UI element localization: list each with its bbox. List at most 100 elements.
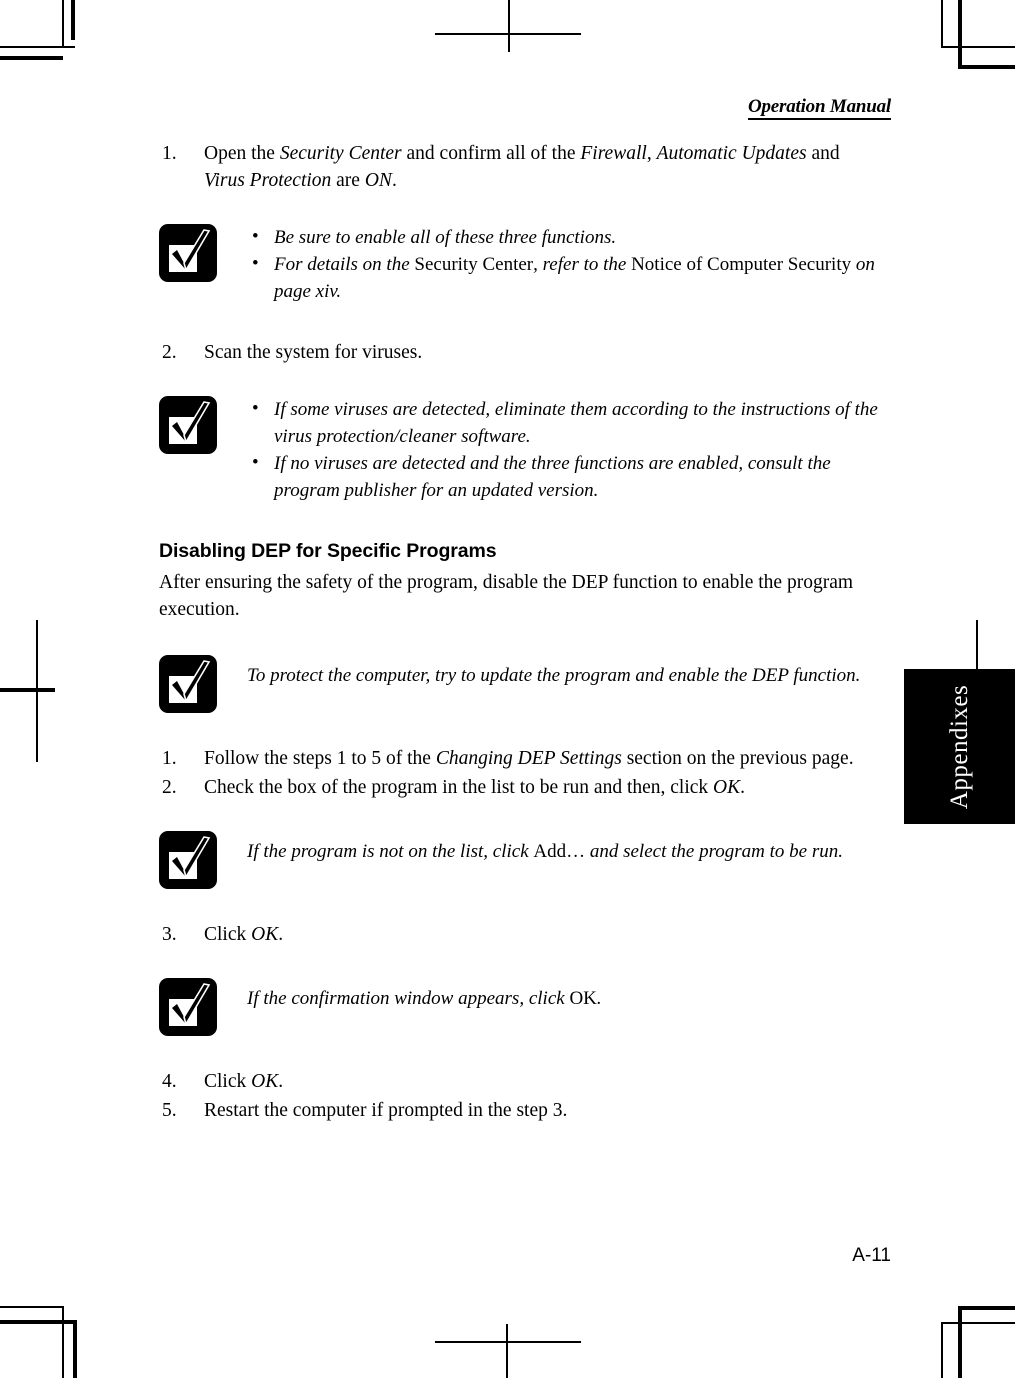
crop-mark-top-left <box>71 0 75 40</box>
text-run: . <box>596 988 602 1009</box>
numbered-step: 2. Scan the system for viruses. <box>159 339 879 366</box>
numbered-step: 1. Follow the steps 1 to 5 of the Changin… <box>159 745 879 772</box>
vertical-spacer <box>159 887 879 921</box>
text-run: ON <box>364 170 392 191</box>
crop-mark-bottom-left <box>0 1320 77 1324</box>
text-run: Security Center <box>279 143 402 164</box>
running-header-title: Operation Manual <box>747 96 891 120</box>
text-run: OK <box>713 777 741 798</box>
crop-mark-bottom-right <box>958 1308 962 1378</box>
note-bullet-item: • If no viruses are detected and the thre… <box>252 450 879 504</box>
text-run: Notice of Computer Security <box>631 254 852 275</box>
text-run: . <box>278 924 284 945</box>
text-run: Open the <box>204 143 280 164</box>
section-heading: Disabling DEP for Specific Programs <box>159 540 497 562</box>
registration-mark-top-center <box>435 33 581 35</box>
check-mark-icon <box>159 831 217 889</box>
bullet-icon: • <box>252 452 259 473</box>
text-run: , refer to the <box>533 254 632 275</box>
step-text: Open the Security Center and confirm all… <box>204 143 840 191</box>
registration-mark-left-middle <box>0 688 55 692</box>
step-text: Check the box of the program in the list… <box>204 777 745 798</box>
step-number: 3. <box>162 924 177 945</box>
text-run: Check the box of the program in the list… <box>204 777 714 798</box>
text-run: Scan the system for viruses. <box>204 342 423 363</box>
bullet-icon: • <box>252 253 259 274</box>
text-run: Automatic Updates <box>656 143 807 164</box>
note-callout: To protect the computer, try to update t… <box>159 653 879 713</box>
vertical-spacer <box>159 948 879 976</box>
registration-mark-bottom-center <box>506 1324 508 1378</box>
note-bullet-item: • If some viruses are detected, eliminate… <box>252 396 879 450</box>
note-callout: If the confirmation window appears, clic… <box>159 976 879 1036</box>
note-text: • If some viruses are detected, eliminate… <box>247 394 879 504</box>
text-run: Restart the computer if prompted in the … <box>204 1100 568 1121</box>
crop-mark-bottom-left <box>0 1306 64 1308</box>
text-run: and select the program to be run. <box>585 841 843 862</box>
check-mark-icon <box>159 655 217 713</box>
crop-mark-top-left <box>0 46 75 48</box>
step-text: Scan the system for viruses. <box>204 342 422 363</box>
registration-mark-bottom-center <box>435 1341 581 1343</box>
text-run: Click <box>204 924 252 945</box>
note-bullet-item: • Be sure to enable all of these three fu… <box>252 224 879 251</box>
crop-mark-bottom-left <box>73 1321 77 1378</box>
numbered-step: 5. Restart the computer if prompted in th… <box>159 1097 879 1124</box>
appendix-thumb-tab-label: Appendixes <box>945 684 973 809</box>
text-run: and <box>806 143 840 164</box>
registration-mark-top-center <box>508 0 510 52</box>
text-run: , <box>646 143 657 164</box>
vertical-spacer <box>159 1034 879 1068</box>
text-run: Be sure to enable all of these three fun… <box>274 227 617 248</box>
step-number: 5. <box>162 1100 177 1121</box>
text-run: and confirm all of the <box>401 143 581 164</box>
vertical-spacer <box>159 711 879 745</box>
crop-mark-top-right <box>958 65 1015 69</box>
numbered-step: 4. Click OK. <box>159 1068 879 1095</box>
numbered-step: 2. Check the box of the program in the li… <box>159 774 879 801</box>
vertical-spacer <box>159 194 879 222</box>
step-text: Click OK. <box>204 924 283 945</box>
running-header: Operation Manual <box>159 96 891 120</box>
text-run: If some viruses are detected, eliminate … <box>274 399 878 447</box>
note-text: • Be sure to enable all of these three fu… <box>247 222 879 305</box>
text-run: Security Center <box>414 254 534 275</box>
numbered-step: 1. Open the Security Center and confirm a… <box>159 140 879 194</box>
step-text: Follow the steps 1 to 5 of the Changing … <box>204 748 854 769</box>
text-run: Follow the steps 1 to 5 of the <box>204 748 436 769</box>
note-bullet-list: • Be sure to enable all of these three fu… <box>247 224 879 305</box>
manual-page: Operation Manual 1. Open the Security Cen… <box>0 0 1015 1378</box>
crop-mark-top-right <box>941 46 1015 48</box>
crop-mark-bottom-left <box>62 1307 64 1378</box>
crop-mark-bottom-right <box>941 1322 1015 1324</box>
text-run: are <box>331 170 365 191</box>
text-run: Click <box>204 1071 252 1092</box>
crop-mark-top-left <box>62 0 64 48</box>
text-run: After ensuring the safety of the program… <box>159 572 854 620</box>
vertical-spacer <box>159 504 879 540</box>
text-run: section on the previous page. <box>621 748 854 769</box>
text-run: OK <box>569 988 597 1009</box>
crop-mark-top-left <box>0 56 63 60</box>
text-run: Add… <box>533 841 586 862</box>
page-body: 1. Open the Security Center and confirm a… <box>159 140 879 1124</box>
text-run: For details on the <box>274 254 415 275</box>
step-number: 4. <box>162 1071 177 1092</box>
text-run: . <box>391 170 397 191</box>
note-text: If the confirmation window appears, clic… <box>247 976 879 1012</box>
text-run: . <box>278 1071 284 1092</box>
vertical-spacer <box>159 801 879 829</box>
note-text: To protect the computer, try to update t… <box>247 653 879 689</box>
vertical-spacer <box>159 366 879 394</box>
note-bullet-item: • For details on the Security Center, ref… <box>252 251 879 305</box>
note-text: If the program is not on the list, click… <box>247 829 879 865</box>
text-run: Virus Protection <box>204 170 332 191</box>
text-run: If no viruses are detected and the three… <box>274 453 831 501</box>
numbered-step: 3. Click OK. <box>159 921 879 948</box>
crop-mark-bottom-right <box>958 1306 1015 1310</box>
body-paragraph: After ensuring the safety of the program… <box>159 569 879 623</box>
step-number: 2. <box>162 342 177 363</box>
bullet-icon: • <box>252 398 259 419</box>
text-run: Firewall <box>580 143 647 164</box>
text-run: . <box>740 777 746 798</box>
